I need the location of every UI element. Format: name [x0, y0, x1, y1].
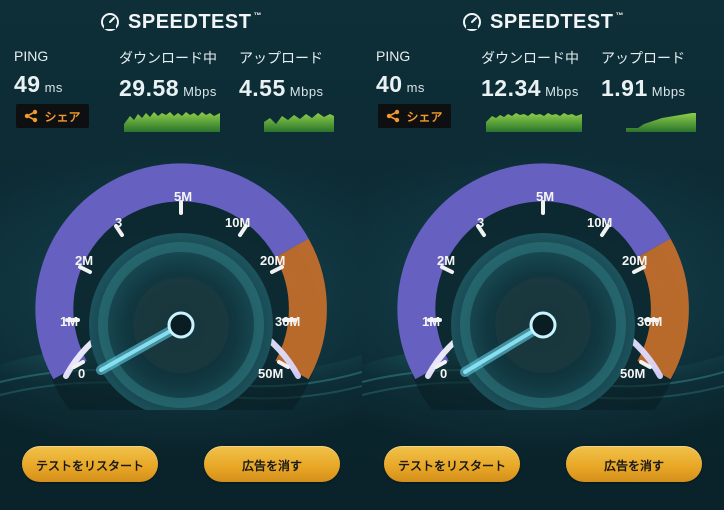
brand-name: SPEEDTEST: [128, 10, 252, 33]
download-unit: Mbps: [545, 84, 579, 99]
upload-label: アップロード: [601, 50, 685, 66]
header: SPEEDTEST ™: [0, 0, 362, 44]
download-stat: ダウンロード中 12.34 Mbps: [481, 48, 579, 102]
gauge-label-20m: 20M: [622, 253, 647, 268]
share-icon: [25, 109, 38, 123]
speed-gauge: 0 1M 2M 3 5M 10M 20M 30M 50M: [0, 163, 362, 410]
upload-value: 4.55 Mbps: [239, 75, 324, 102]
gauge-label-1m: 1M: [60, 314, 78, 329]
gauge-label-3: 3: [115, 215, 122, 230]
header: SPEEDTEST ™: [362, 0, 724, 44]
gauge-label-3: 3: [477, 215, 484, 230]
gauge-label-10m: 10M: [225, 215, 250, 230]
ping-value: 40 ms: [376, 71, 425, 98]
download-number: 29.58: [119, 75, 180, 101]
upload-unit: Mbps: [289, 84, 324, 99]
upload-stat: アップロード 4.55 Mbps: [239, 48, 324, 102]
stats-row: PING 49 ms ダウンロード中 29.58 Mbps アップロード 4.55 M…: [14, 48, 348, 138]
brand-name: SPEEDTEST: [490, 10, 614, 33]
share-label: シェア: [44, 109, 81, 124]
remove-ads-button[interactable]: 広告を消す: [204, 446, 340, 482]
speedtest-panel-left: SPEEDTEST ™ PING 49 ms ダウンロード中 29.58 Mbps ア…: [0, 0, 362, 510]
gauge-label-1m: 1M: [422, 314, 440, 329]
stats-row: PING 40 ms ダウンロード中 12.34 Mbps アップロード 1.91 M…: [376, 48, 710, 138]
gauge-label-2m: 2M: [75, 253, 93, 268]
speedtest-panel-right: SPEEDTEST ™ PING 40 ms ダウンロード中 12.34 Mbps ア…: [362, 0, 724, 510]
ping-unit: ms: [406, 80, 425, 95]
speed-gauge: 0 1M 2M 3 5M 10M 20M 30M 50M: [362, 163, 724, 410]
gauge-label-5m: 5M: [536, 189, 554, 204]
gauge-label-0: 0: [440, 366, 447, 381]
gauge-label-0: 0: [78, 366, 85, 381]
gauge-label-30m: 30M: [637, 314, 662, 329]
ping-stat: PING 49 ms: [14, 48, 63, 98]
remove-ads-button[interactable]: 広告を消す: [566, 446, 702, 482]
upload-sparkline: [264, 113, 334, 132]
gauge-label-20m: 20M: [260, 253, 285, 268]
download-sparkline: [124, 112, 220, 132]
download-label: ダウンロード中: [481, 50, 579, 66]
download-sparkline: [486, 113, 582, 132]
brand-title: SPEEDTEST ™: [128, 11, 262, 34]
upload-value: 1.91 Mbps: [601, 75, 686, 102]
share-label: シェア: [406, 109, 443, 124]
gauge-label-2m: 2M: [437, 253, 455, 268]
upload-number: 1.91: [601, 75, 648, 101]
upload-stat: アップロード 1.91 Mbps: [601, 48, 686, 102]
gauge-label-5m: 5M: [174, 189, 192, 204]
share-icon: [387, 109, 400, 123]
gauge-label-10m: 10M: [587, 215, 612, 230]
ping-stat: PING 40 ms: [376, 48, 425, 98]
remove-ads-label: 広告を消す: [603, 458, 664, 473]
upload-unit: Mbps: [651, 84, 686, 99]
ping-unit: ms: [44, 80, 63, 95]
gauge-label-30m: 30M: [275, 314, 300, 329]
upload-sparkline: [626, 113, 696, 132]
trademark-symbol: ™: [615, 10, 624, 20]
ping-label: PING: [376, 48, 411, 64]
remove-ads-label: 広告を消す: [241, 458, 302, 473]
upload-label: アップロード: [239, 50, 323, 66]
share-button[interactable]: シェア: [378, 104, 451, 128]
gauge-label-50m: 50M: [258, 366, 283, 381]
download-label: ダウンロード中: [119, 50, 217, 66]
restart-test-label: テストをリスタート: [35, 458, 144, 473]
trademark-symbol: ™: [253, 10, 262, 20]
download-stat: ダウンロード中 29.58 Mbps: [119, 48, 217, 102]
gauge-label-50m: 50M: [620, 366, 645, 381]
ping-number: 49: [14, 71, 41, 97]
download-unit: Mbps: [183, 84, 217, 99]
download-number: 12.34: [481, 75, 542, 101]
ping-number: 40: [376, 71, 403, 97]
share-button[interactable]: シェア: [16, 104, 89, 128]
speedtest-logo-icon: [101, 13, 120, 31]
restart-test-label: テストをリスタート: [397, 458, 506, 473]
brand-title: SPEEDTEST ™: [490, 11, 624, 34]
upload-number: 4.55: [239, 75, 286, 101]
speedtest-logo-icon: [463, 13, 482, 31]
download-value: 12.34 Mbps: [481, 75, 579, 102]
ping-label: PING: [14, 48, 49, 64]
restart-test-button[interactable]: テストをリスタート: [22, 446, 158, 482]
download-value: 29.58 Mbps: [119, 75, 217, 102]
restart-test-button[interactable]: テストをリスタート: [384, 446, 520, 482]
ping-value: 49 ms: [14, 71, 63, 98]
